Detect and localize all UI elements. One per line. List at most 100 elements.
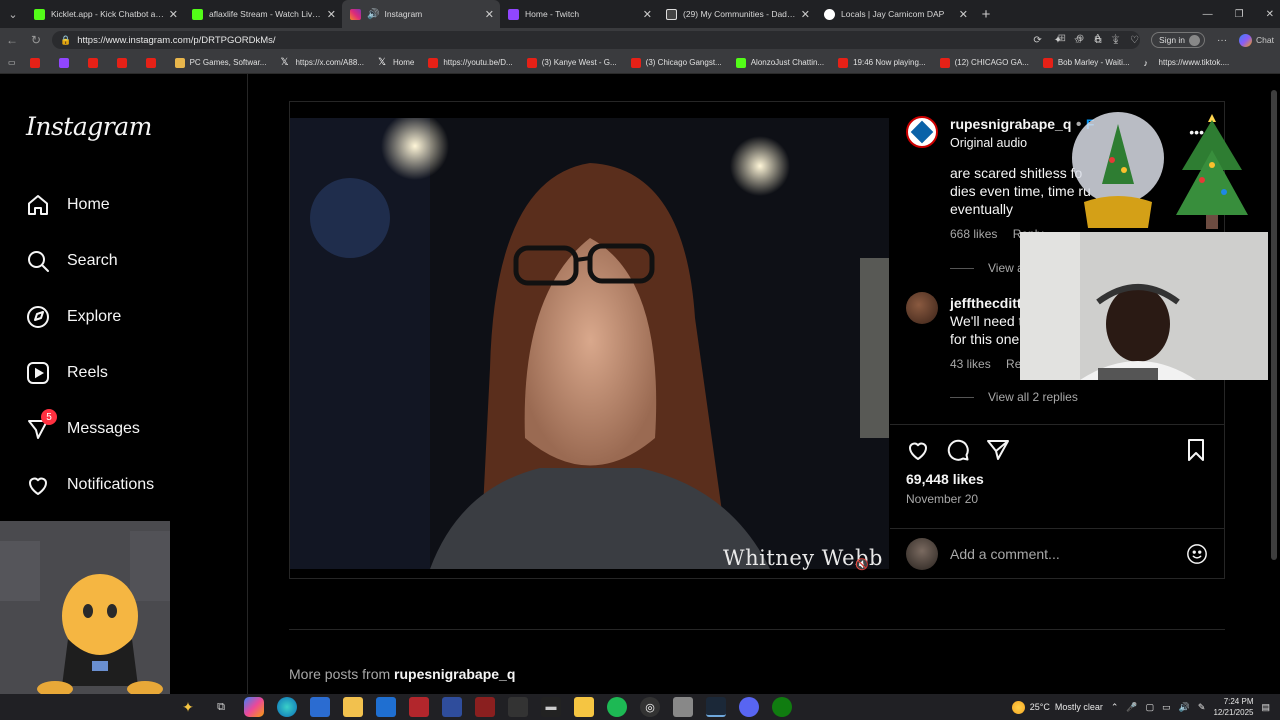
- mega-icon[interactable]: [475, 697, 495, 717]
- emoji-icon[interactable]: [1186, 543, 1208, 565]
- mic-icon[interactable]: 🎤: [1126, 702, 1137, 713]
- extensions-icon[interactable]: ⟳: [1033, 35, 1041, 46]
- tab-twitch[interactable]: Home - Twitch ✕: [500, 0, 658, 28]
- sidebar-item-search[interactable]: Search: [26, 249, 118, 273]
- obs-icon[interactable]: ◎: [640, 697, 660, 717]
- sidebar-item-messages[interactable]: 5 Messages: [26, 409, 140, 441]
- like-heart-icon[interactable]: [906, 438, 930, 462]
- notification-center-icon[interactable]: ▤: [1261, 702, 1270, 713]
- post-likes[interactable]: 69,448 likes: [906, 471, 984, 487]
- bookmark-item[interactable]: (12) CHICAGO GA...: [939, 57, 1029, 68]
- edge-icon[interactable]: [277, 697, 297, 717]
- tab-locals[interactable]: Locals | Jay Carnicom DAP ✕: [816, 0, 974, 28]
- app-shield-icon[interactable]: [673, 697, 693, 717]
- close-tab-icon[interactable]: ✕: [169, 8, 178, 21]
- close-tab-icon[interactable]: ✕: [959, 8, 968, 21]
- bookmark-sidebar-icon[interactable]: ▭: [8, 58, 16, 67]
- url-bar[interactable]: 🔒 https://www.instagram.com/p/DRTPGORDkM…: [52, 31, 1140, 49]
- instagram-logo[interactable]: Instagram: [26, 112, 152, 141]
- xbox-icon[interactable]: [772, 697, 792, 717]
- bookmark-item[interactable]: 𝕏 Home: [378, 57, 414, 68]
- tab-communities[interactable]: (29) My Communities - Dads Agai ✕: [658, 0, 816, 28]
- sidebar-item-home[interactable]: Home: [26, 193, 110, 217]
- comment-likes[interactable]: 668 likes: [950, 227, 997, 241]
- lock-icon[interactable]: 🔒: [60, 35, 71, 46]
- bookmark-item[interactable]: (3) Chicago Gangst...: [630, 57, 722, 68]
- app-red-icon[interactable]: [409, 697, 429, 717]
- bookmark-item[interactable]: [145, 57, 161, 68]
- sign-in-button[interactable]: Sign in: [1151, 32, 1206, 48]
- outlook-icon[interactable]: [376, 697, 396, 717]
- task-view-icon[interactable]: ⧉: [211, 697, 231, 717]
- tab-actions-icon[interactable]: ⌄: [0, 0, 26, 28]
- bookmark-item[interactable]: ♪ https://www.tiktok....: [1144, 58, 1230, 68]
- store-icon[interactable]: [310, 697, 330, 717]
- more-posts-username[interactable]: rupesnigrabape_q: [394, 666, 515, 682]
- comment-likes[interactable]: 43 likes: [950, 357, 991, 371]
- bookmark-item[interactable]: (3) Kanye West - G...: [526, 57, 617, 68]
- file-explorer-icon[interactable]: [343, 697, 363, 717]
- close-tab-icon[interactable]: ✕: [327, 8, 336, 21]
- weather-widget[interactable]: 25°C Mostly clear: [1011, 700, 1103, 714]
- tab-instagram[interactable]: 🔊 Instagram ✕: [342, 0, 500, 28]
- scrollbar-thumb[interactable]: [1271, 90, 1277, 560]
- new-tab-button[interactable]: +: [974, 6, 998, 23]
- network-icon[interactable]: ▭: [1162, 702, 1171, 713]
- commenter-avatar[interactable]: [906, 292, 938, 324]
- post-date[interactable]: November 20: [906, 492, 978, 506]
- view-replies-button[interactable]: View a: [950, 261, 1024, 275]
- view-replies-button[interactable]: View all 2 replies: [950, 390, 1078, 404]
- page-scrollbar[interactable]: [1268, 74, 1280, 694]
- browser-essentials-icon[interactable]: ♡: [1130, 35, 1139, 46]
- spotify-icon[interactable]: [607, 697, 627, 717]
- share-send-icon[interactable]: [986, 438, 1010, 462]
- bookmark-item[interactable]: [116, 57, 132, 68]
- bookmark-item[interactable]: 𝕏https://x.com/A88...: [280, 57, 363, 68]
- volume-icon[interactable]: 🔇: [855, 558, 869, 572]
- close-tab-icon[interactable]: ✕: [485, 8, 494, 21]
- bookmark-item[interactable]: [29, 57, 45, 68]
- close-window-icon[interactable]: ✕: [1266, 9, 1274, 20]
- close-tab-icon[interactable]: ✕: [801, 8, 810, 21]
- bookmark-item[interactable]: PC Games, Softwar...: [174, 57, 266, 68]
- tab-aflaxlife[interactable]: aflaxlife Stream - Watch Live on Ki ✕: [184, 0, 342, 28]
- copilot-chat-button[interactable]: Chat: [1239, 33, 1274, 47]
- copilot-app-icon[interactable]: [244, 697, 264, 717]
- downloads-icon[interactable]: ⤓: [1114, 35, 1118, 46]
- app-yellow-icon[interactable]: [574, 697, 594, 717]
- bookmark-item[interactable]: 19:46 Now playing...: [838, 57, 926, 68]
- pen-icon[interactable]: ✎: [1198, 702, 1206, 713]
- copilot-sparkle-icon[interactable]: ✦: [178, 697, 198, 717]
- app-person-icon[interactable]: [508, 697, 528, 717]
- sidebar-item-explore[interactable]: Explore: [26, 305, 121, 329]
- tab-kicklet[interactable]: Kicklet.app - Kick Chatbot and Ov ✕: [26, 0, 184, 28]
- bookmark-item[interactable]: https://youtu.be/D...: [428, 57, 513, 68]
- back-icon[interactable]: ←: [0, 33, 24, 47]
- comment-bubble-icon[interactable]: [946, 438, 970, 462]
- tray-app-icon[interactable]: ▢: [1146, 702, 1155, 713]
- steam-icon[interactable]: [706, 697, 726, 717]
- poster-username[interactable]: rupesnigrabape_q: [950, 116, 1071, 132]
- sidebar-item-reels[interactable]: Reels: [26, 361, 108, 385]
- discord-icon[interactable]: [739, 697, 759, 717]
- bookmark-item[interactable]: AlonzoJust Chattin...: [735, 57, 824, 68]
- minimize-icon[interactable]: —: [1203, 9, 1213, 20]
- puzzle-icon[interactable]: ✦: [1054, 35, 1062, 46]
- refresh-icon[interactable]: ↻: [24, 33, 48, 47]
- favorites-icon[interactable]: ✩: [1074, 35, 1082, 46]
- close-tab-icon[interactable]: ✕: [643, 8, 652, 21]
- more-menu-icon[interactable]: ···: [1217, 35, 1227, 46]
- sidebar-item-notifications[interactable]: Notifications: [26, 473, 154, 497]
- bookmark-save-icon[interactable]: [1184, 438, 1208, 462]
- restore-icon[interactable]: ❐: [1235, 9, 1244, 20]
- app-blue-icon[interactable]: [442, 697, 462, 717]
- post-video[interactable]: Whitney Webb 🔇: [290, 102, 889, 578]
- poster-avatar[interactable]: [906, 116, 938, 148]
- clock[interactable]: 7:24 PM 12/21/2025: [1213, 696, 1253, 718]
- add-comment-input[interactable]: Add a comment...: [950, 546, 1174, 562]
- volume-tray-icon[interactable]: 🔊: [1179, 702, 1190, 713]
- collections-icon[interactable]: ⧉: [1095, 35, 1102, 46]
- bookmark-item[interactable]: Bob Marley - Waiti...: [1042, 57, 1130, 68]
- bookmark-item[interactable]: [58, 57, 74, 68]
- tray-chevron-icon[interactable]: ⌃: [1111, 702, 1119, 713]
